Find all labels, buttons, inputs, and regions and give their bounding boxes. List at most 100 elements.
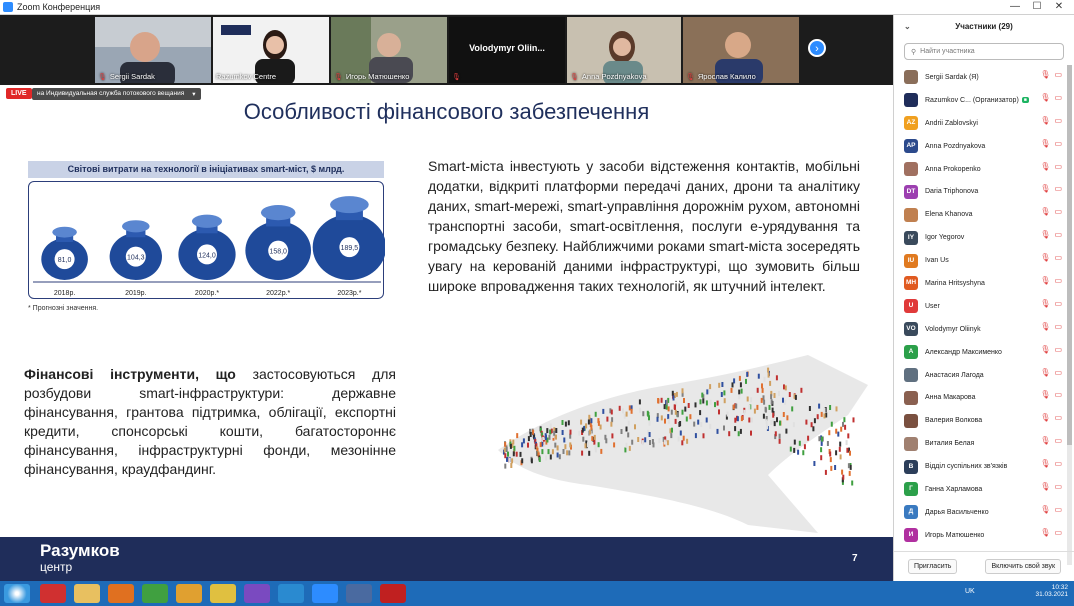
chrome-icon[interactable] xyxy=(142,584,168,603)
camera-off-icon: ▭ xyxy=(1054,92,1062,102)
participant-status-icons: 🎙 ▭ xyxy=(1040,184,1062,193)
avatar: А xyxy=(904,345,918,360)
video-tile[interactable]: Razumkov Centre xyxy=(213,17,329,83)
firefox-icon[interactable] xyxy=(108,584,134,603)
word-icon[interactable] xyxy=(346,584,372,603)
participant-row[interactable]: И Игорь Матюшенко 🎙 ▭ xyxy=(894,524,1066,547)
participant-name: Anna Pozdnyakova xyxy=(925,142,986,150)
camera-off-icon: ▭ xyxy=(1054,115,1062,125)
system-clock[interactable]: 10:32 31.03.2021 xyxy=(1035,584,1068,598)
avatar: Д xyxy=(904,505,918,520)
participant-row[interactable]: AZ Andrii Zablovskyi 🎙 ▭ xyxy=(894,112,1066,135)
participant-row[interactable]: IY Igor Yegorov 🎙 ▭ xyxy=(894,226,1066,249)
participant-status-icons: 🎙 ▭ xyxy=(1040,230,1062,239)
clock-time: 10:32 xyxy=(1051,584,1068,591)
mic-muted-icon: 🎙 xyxy=(1040,436,1051,446)
opera-icon[interactable] xyxy=(40,584,66,603)
participant-row[interactable]: Д Дарья Васильченко 🎙 ▭ xyxy=(894,501,1066,524)
mic-muted-icon: 🎙 xyxy=(1040,92,1051,102)
unmute-self-button[interactable]: Включить свой звук xyxy=(985,559,1062,574)
participant-row[interactable]: Sergii Sardak (Я) 🎙 ▭ xyxy=(894,66,1066,89)
video-tile[interactable]: 🎙 Sergii Sardak xyxy=(95,17,211,83)
data-label: 158,0 xyxy=(269,249,287,256)
next-page-button[interactable]: › xyxy=(808,39,826,57)
video-tile[interactable]: 🎙 Anna Pozdnyakova xyxy=(567,17,681,83)
camera-off-icon: ▭ xyxy=(1054,207,1062,217)
footer-sub: центр xyxy=(40,560,73,574)
clock-date: 31.03.2021 xyxy=(1035,591,1068,598)
camera-off-icon: ▭ xyxy=(1054,482,1062,492)
close-button[interactable]: ✕ xyxy=(1048,0,1070,15)
participant-row[interactable]: В Відділ суспільних зв'язків 🎙 ▭ xyxy=(894,455,1066,478)
crowd-arrow-image xyxy=(498,355,868,533)
mic-muted-icon: 🎙 xyxy=(570,73,579,81)
camera-off-icon: ▭ xyxy=(1054,527,1062,537)
participant-row[interactable]: А Александр Максименко 🎙 ▭ xyxy=(894,341,1066,364)
participant-row[interactable]: VO Volodymyr Oliinyk 🎙 ▭ xyxy=(894,318,1066,341)
avatar xyxy=(904,93,918,108)
participant-status-icons: 🎙 ▭ xyxy=(1040,390,1062,399)
participant-row[interactable]: Elena Khanova 🎙 ▭ xyxy=(894,203,1066,226)
chrome-canary-icon[interactable] xyxy=(176,584,202,603)
participant-status-icons: 🎙 ▭ xyxy=(1040,139,1062,148)
participant-search-input[interactable]: ⚲ Найти участника xyxy=(904,43,1064,60)
x-tick-label: 2019р. xyxy=(125,290,146,297)
avatar xyxy=(904,207,918,222)
participant-row[interactable]: MH Marina Hritsyshyna 🎙 ▭ xyxy=(894,272,1066,295)
camera-off-icon: ▭ xyxy=(1054,161,1062,171)
participant-row[interactable]: Г Ганна Харламова 🎙 ▭ xyxy=(894,478,1066,501)
video-tile[interactable]: 🎙 Игорь Матюшенко xyxy=(331,17,447,83)
camera-off-icon: ▭ xyxy=(1054,390,1062,400)
zoom-taskbar-icon[interactable] xyxy=(312,584,338,603)
participant-name: Игорь Матюшенко xyxy=(925,531,985,539)
invite-button[interactable]: Пригласить xyxy=(907,559,958,574)
viber-icon[interactable] xyxy=(244,584,270,603)
mic-muted-icon: 🎙 xyxy=(1040,207,1051,217)
mic-muted-icon: 🎙 xyxy=(1040,298,1051,308)
meeting-stage: 🎙 Sergii Sardak Razumkov Centre 🎙 Игорь Ма… xyxy=(0,15,893,581)
participant-row[interactable]: U User 🎙 ▭ xyxy=(894,295,1066,318)
edge-icon[interactable] xyxy=(278,584,304,603)
participant-row[interactable]: Анастасия Лагода 🎙 ▭ xyxy=(894,364,1066,387)
search-icon: ⚲ xyxy=(911,48,917,56)
participant-row[interactable]: DT Daria Triphonova 🎙 ▭ xyxy=(894,180,1066,203)
maximize-button[interactable]: ☐ xyxy=(1026,0,1048,15)
camera-off-icon: ▭ xyxy=(1054,413,1062,423)
start-button[interactable] xyxy=(4,584,30,603)
mic-muted-icon: 🎙 xyxy=(1040,344,1051,354)
participant-row[interactable]: Anna Prokopenko 🎙 ▭ xyxy=(894,158,1066,181)
participant-name: Анна Макарова xyxy=(925,394,976,402)
video-tile[interactable]: Volodymyr Oliin... 🎙 xyxy=(449,17,565,83)
participant-status-icons: 🎙 ▭ xyxy=(1040,162,1062,171)
input-language[interactable]: UK xyxy=(965,588,975,595)
participant-row[interactable]: Виталия Белая 🎙 ▭ xyxy=(894,432,1066,455)
participants-scrollbar[interactable] xyxy=(1067,65,1072,565)
participant-row[interactable]: Валерия Волкова 🎙 ▭ xyxy=(894,409,1066,432)
mic-muted-icon: 🎙 xyxy=(1040,161,1051,171)
chart-bar xyxy=(41,226,88,280)
mic-muted-icon: 🎙 xyxy=(1040,115,1051,125)
media-player-icon[interactable] xyxy=(210,584,236,603)
mic-muted-icon: 🎙 xyxy=(686,73,695,81)
file-explorer-icon[interactable] xyxy=(74,584,100,603)
participant-row[interactable]: AP Anna Pozdnyakova 🎙 ▭ xyxy=(894,135,1066,158)
tile-name: Sergii Sardak xyxy=(109,72,155,81)
participant-status-icons: 🎙 ▭ xyxy=(1040,93,1062,102)
tile-name: Ярослав Калило xyxy=(697,72,756,81)
participant-status-icons: 🎙 ▭ xyxy=(1040,207,1062,216)
avatar: MH xyxy=(904,276,918,291)
participant-row[interactable]: Анна Макарова 🎙 ▭ xyxy=(894,386,1066,409)
avatar xyxy=(904,162,918,176)
participant-status-icons: 🎙 ▭ xyxy=(1040,482,1062,491)
participant-status-icons: 🎙 ▭ xyxy=(1040,436,1062,445)
chevron-down-icon[interactable]: ⌄ xyxy=(904,15,911,39)
minimize-button[interactable]: — xyxy=(1004,0,1026,15)
participants-list: Sergii Sardak (Я) 🎙 ▭ Razumkov C... (Органи… xyxy=(894,66,1066,547)
participant-row[interactable]: IU Ivan Us 🎙 ▭ xyxy=(894,249,1066,272)
participant-row[interactable]: Razumkov C... (Организатор) ■ 🎙 ▭ xyxy=(894,89,1066,112)
video-tile[interactable]: 🎙 Ярослав Калило xyxy=(683,17,799,83)
camera-off-icon: ▭ xyxy=(1054,276,1062,286)
live-badge[interactable]: LIVE xyxy=(6,88,32,99)
acrobat-icon[interactable] xyxy=(380,584,406,603)
participant-name: Александр Максименко xyxy=(925,348,1002,356)
